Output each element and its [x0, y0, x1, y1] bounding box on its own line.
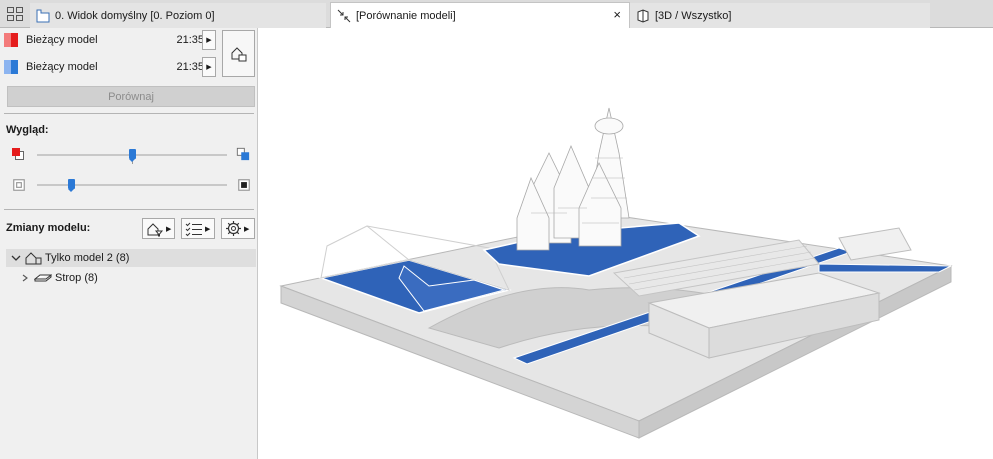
tab-model-compare[interactable]: [Porównanie modeli] ×: [330, 2, 630, 28]
slab-icon: [34, 274, 52, 282]
model-1-label: Bieżący model: [26, 34, 98, 46]
swap-models-button[interactable]: [222, 30, 255, 77]
dropdown-arrow-icon: ▶: [166, 225, 172, 233]
house-icon: [25, 252, 42, 265]
chevron-down-icon: [11, 255, 21, 261]
model-2-select-button[interactable]: ▶: [202, 57, 216, 77]
tab-label: [Porównanie modeli]: [356, 9, 456, 22]
house-swap-icon: [231, 46, 246, 61]
appearance-heading: Wygląd:: [6, 124, 49, 136]
tab-3d-all[interactable]: [3D / Wszystko]: [630, 3, 930, 28]
tab-label: [3D / Wszystko]: [655, 9, 732, 22]
compare-arrows-icon: [336, 8, 352, 24]
floorplan-icon: [35, 8, 51, 24]
transparency-slider-thumb[interactable]: [68, 179, 75, 192]
transparency-light-icon: [13, 179, 25, 191]
tab-overview-button[interactable]: [0, 0, 30, 28]
model-2-color-icon: [236, 147, 250, 161]
grid-icon: [7, 7, 23, 21]
tab-bar: 0. Widok domyślny [0. Poziom 0] [Porówna…: [0, 0, 993, 28]
list-options-button[interactable]: ▶: [181, 218, 215, 239]
model-1-time: 21:35: [176, 34, 204, 46]
3d-box-icon: [635, 8, 651, 24]
divider: [4, 113, 254, 114]
transparency-dark-icon: [238, 179, 250, 191]
close-icon[interactable]: ×: [613, 8, 621, 22]
tree-item-label: Strop (8): [55, 272, 98, 284]
model-2-row: Bieżący model 21:35: [4, 56, 218, 78]
model-changes-heading: Zmiany modelu:: [6, 222, 91, 234]
model-1-select-button[interactable]: ▶: [202, 30, 216, 50]
tab-default-view[interactable]: 0. Widok domyślny [0. Poziom 0]: [30, 3, 326, 28]
model-2-label: Bieżący model: [26, 61, 98, 73]
chevron-right-icon: [22, 274, 28, 282]
divider: [4, 209, 254, 210]
dropdown-arrow-icon: ▶: [205, 225, 211, 233]
tab-label: 0. Widok domyślny [0. Poziom 0]: [55, 9, 215, 22]
compare-button[interactable]: Porównaj: [7, 86, 255, 107]
color-blend-slider-thumb[interactable]: [129, 149, 136, 162]
house-filter-icon: [147, 222, 164, 236]
tree-item-label: Tylko model 2 (8): [45, 252, 130, 264]
dropdown-arrow-icon: ▶: [244, 225, 250, 233]
model-2-color-swatch: [4, 60, 18, 74]
model-1-color-icon: [12, 148, 24, 160]
filter-elements-button[interactable]: ▶: [142, 218, 175, 239]
model-1-color-swatch: [4, 33, 18, 47]
model-1-row: Bieżący model 21:35: [4, 29, 218, 51]
checklist-icon: [185, 222, 202, 236]
gear-icon: [226, 221, 241, 236]
play-arrow-icon: ▶: [206, 37, 212, 44]
tree-item-slab[interactable]: Strop (8): [20, 269, 98, 287]
transparency-slider[interactable]: [37, 184, 227, 186]
model-2-time: 21:35: [176, 61, 204, 73]
model-comparison-render: [279, 107, 953, 439]
tree-item-model-2-only[interactable]: Tylko model 2 (8): [6, 249, 256, 267]
3d-viewport[interactable]: [259, 28, 993, 459]
compare-panel: Bieżący model 21:35 ▶ Bieżący model 21:3…: [0, 28, 258, 459]
settings-button[interactable]: ▶: [221, 218, 255, 239]
play-arrow-icon: ▶: [206, 64, 212, 71]
